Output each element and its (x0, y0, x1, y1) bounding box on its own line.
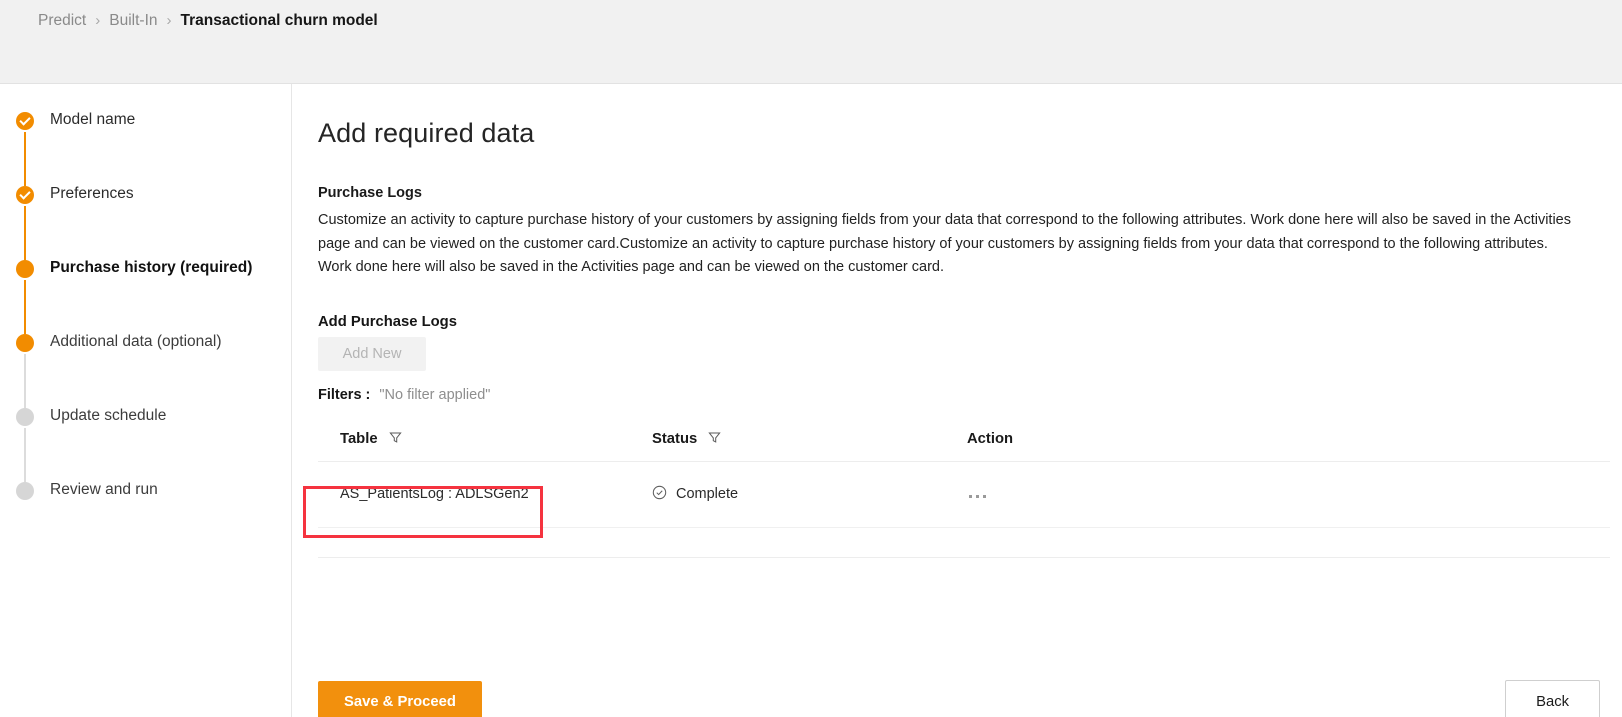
data-table: Table Status Action AS_PatientsLog: ADL… (318, 422, 1610, 558)
step-connector (24, 206, 26, 260)
sidebar-item-update-schedule[interactable]: Update schedule (0, 406, 291, 482)
breadcrumb-item-current: Transactional churn model (180, 12, 378, 29)
sidebar-item-label: Review and run (50, 481, 158, 498)
column-header-label: Status (652, 431, 698, 447)
status-label: Complete (676, 486, 739, 502)
column-header-table: Table (318, 422, 630, 462)
cell-empty (945, 527, 1610, 558)
filters-row: Filters : "No filter applied" (318, 387, 1610, 403)
step-marker (16, 334, 34, 408)
step-connector (24, 280, 26, 334)
step-marker (16, 482, 34, 500)
step-marker (16, 408, 34, 482)
sidebar-item-preferences[interactable]: Preferences (0, 184, 291, 260)
step-connector (24, 428, 26, 482)
ellipsis-icon[interactable] (967, 491, 988, 502)
breadcrumb-separator-icon: › (95, 11, 101, 29)
column-header-status: Status (630, 422, 945, 462)
cell-empty (318, 527, 630, 558)
cell-status: Complete (630, 461, 945, 528)
breadcrumb-separator-icon: › (166, 11, 172, 29)
column-header-label: Table (340, 431, 378, 447)
table-row[interactable]: AS_PatientsLog : ADLSGen2 Complete (318, 461, 1610, 528)
check-circle-icon (652, 485, 667, 504)
section-description: Customize an activity to capture purchas… (318, 212, 1571, 275)
top-bar: Predict › Built-In › Transactional churn… (0, 0, 1622, 84)
page-title: Add required data (318, 118, 535, 148)
table-header: Table Status Action (318, 422, 1610, 462)
step-marker (16, 112, 34, 186)
step-connector (24, 132, 26, 186)
step-pending-icon (16, 482, 34, 500)
breadcrumb: Predict › Built-In › Transactional churn… (38, 12, 378, 30)
back-button[interactable]: Back (1505, 680, 1600, 717)
column-header-label: Action (967, 431, 1014, 447)
sidebar-item-review-and-run[interactable]: Review and run (0, 480, 291, 554)
subsection-title-add-purchase-logs: Add Purchase Logs (318, 313, 457, 330)
step-current-icon (16, 260, 34, 278)
filters-label: Filters : (318, 386, 371, 403)
sidebar-item-label: Purchase history (required) (50, 259, 253, 276)
section-title-purchase-logs: Purchase Logs (318, 185, 422, 201)
table-header-row: Table Status Action (318, 422, 1610, 462)
filters-value: "No filter applied" (379, 386, 491, 403)
funnel-icon[interactable] (708, 431, 721, 448)
breadcrumb-item-predict[interactable]: Predict (38, 12, 86, 30)
cell-empty (630, 527, 945, 558)
sidebar-item-model-name[interactable]: Model name (0, 110, 291, 186)
step-pending-icon (16, 408, 34, 426)
step-complete-icon (16, 186, 34, 204)
sidebar-item-label: Preferences (50, 185, 134, 202)
table-empty-row (318, 527, 1610, 558)
sidebar-item-label: Additional data (optional) (50, 333, 222, 350)
main-content: Add required data Purchase Logs Customiz… (292, 84, 1622, 717)
cell-action (945, 461, 1610, 528)
sidebar-item-label: Update schedule (50, 407, 167, 424)
sidebar-item-label: Model name (50, 111, 136, 128)
breadcrumb-item-built-in[interactable]: Built-In (109, 12, 157, 30)
page-body: Model name Preferences Purchase history … (0, 84, 1622, 717)
column-header-action: Action (945, 422, 1610, 462)
sidebar-item-purchase-history[interactable]: Purchase history (required) (0, 258, 291, 334)
wizard-stepper: Model name Preferences Purchase history … (0, 84, 292, 717)
save-and-proceed-button[interactable]: Save & Proceed (318, 681, 482, 717)
add-new-button[interactable]: Add New (318, 336, 426, 371)
step-current-icon (16, 334, 34, 352)
sidebar-item-additional-data[interactable]: Additional data (optional) (0, 332, 291, 408)
funnel-icon[interactable] (388, 431, 402, 448)
step-marker (16, 186, 34, 260)
step-complete-icon (16, 112, 34, 130)
step-marker (16, 260, 34, 334)
step-connector (24, 354, 26, 408)
table-body: AS_PatientsLog : ADLSGen2 Complete (318, 461, 1610, 558)
cell-table-name: AS_PatientsLog : ADLSGen2 (318, 461, 630, 528)
footer-actions: Save & Proceed Back (318, 652, 1610, 717)
